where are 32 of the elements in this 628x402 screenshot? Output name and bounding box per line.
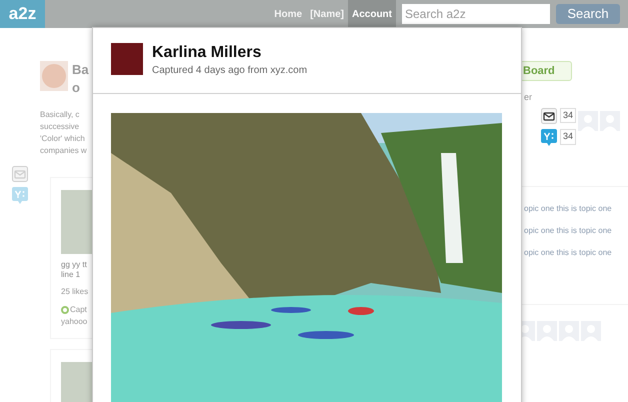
share-count: 34 [560,129,576,145]
post-title: o [72,79,81,97]
chat-bubble-icon[interactable] [541,128,557,146]
description-line: successive [40,121,80,133]
description-line: 'Color' which [40,133,86,145]
chat-bubble-icon[interactable] [12,187,28,204]
mail-icon[interactable] [541,108,557,124]
card-title: gg yy tt [61,260,88,270]
source-site: yahooo [61,316,88,328]
avatar-placeholder [111,43,143,75]
user-name: Karlina Millers [152,43,262,63]
nav-link[interactable]: [Name] [306,0,348,28]
topic-link[interactable]: opic one this is topic one [524,202,628,214]
topic-link[interactable]: opic one this is topic one [524,224,628,236]
post-title: Ba [72,61,89,79]
source-icon [61,306,69,314]
share-count: 34 [560,108,576,124]
capture-info: Captured 4 days ago from xyz.com [152,64,308,78]
topic-link[interactable]: opic one this is topic one [524,246,628,258]
section-heading: er [523,91,534,104]
board-button[interactable]: Board [520,61,572,81]
nav-link[interactable]: Home [270,0,306,28]
source-label: Capt [70,304,87,316]
logo[interactable]: a2z [0,0,45,28]
search-button[interactable]: Search [556,4,620,24]
likes-count: 25 likes [61,286,90,298]
nav-link[interactable]: Account [348,0,396,28]
description-line: Basically, c [40,109,80,121]
search-field[interactable]: Search a2z [402,4,550,24]
card-title: line 1 [61,270,82,280]
planet-thumbnail [40,61,68,91]
description-line: companies w [40,145,88,157]
